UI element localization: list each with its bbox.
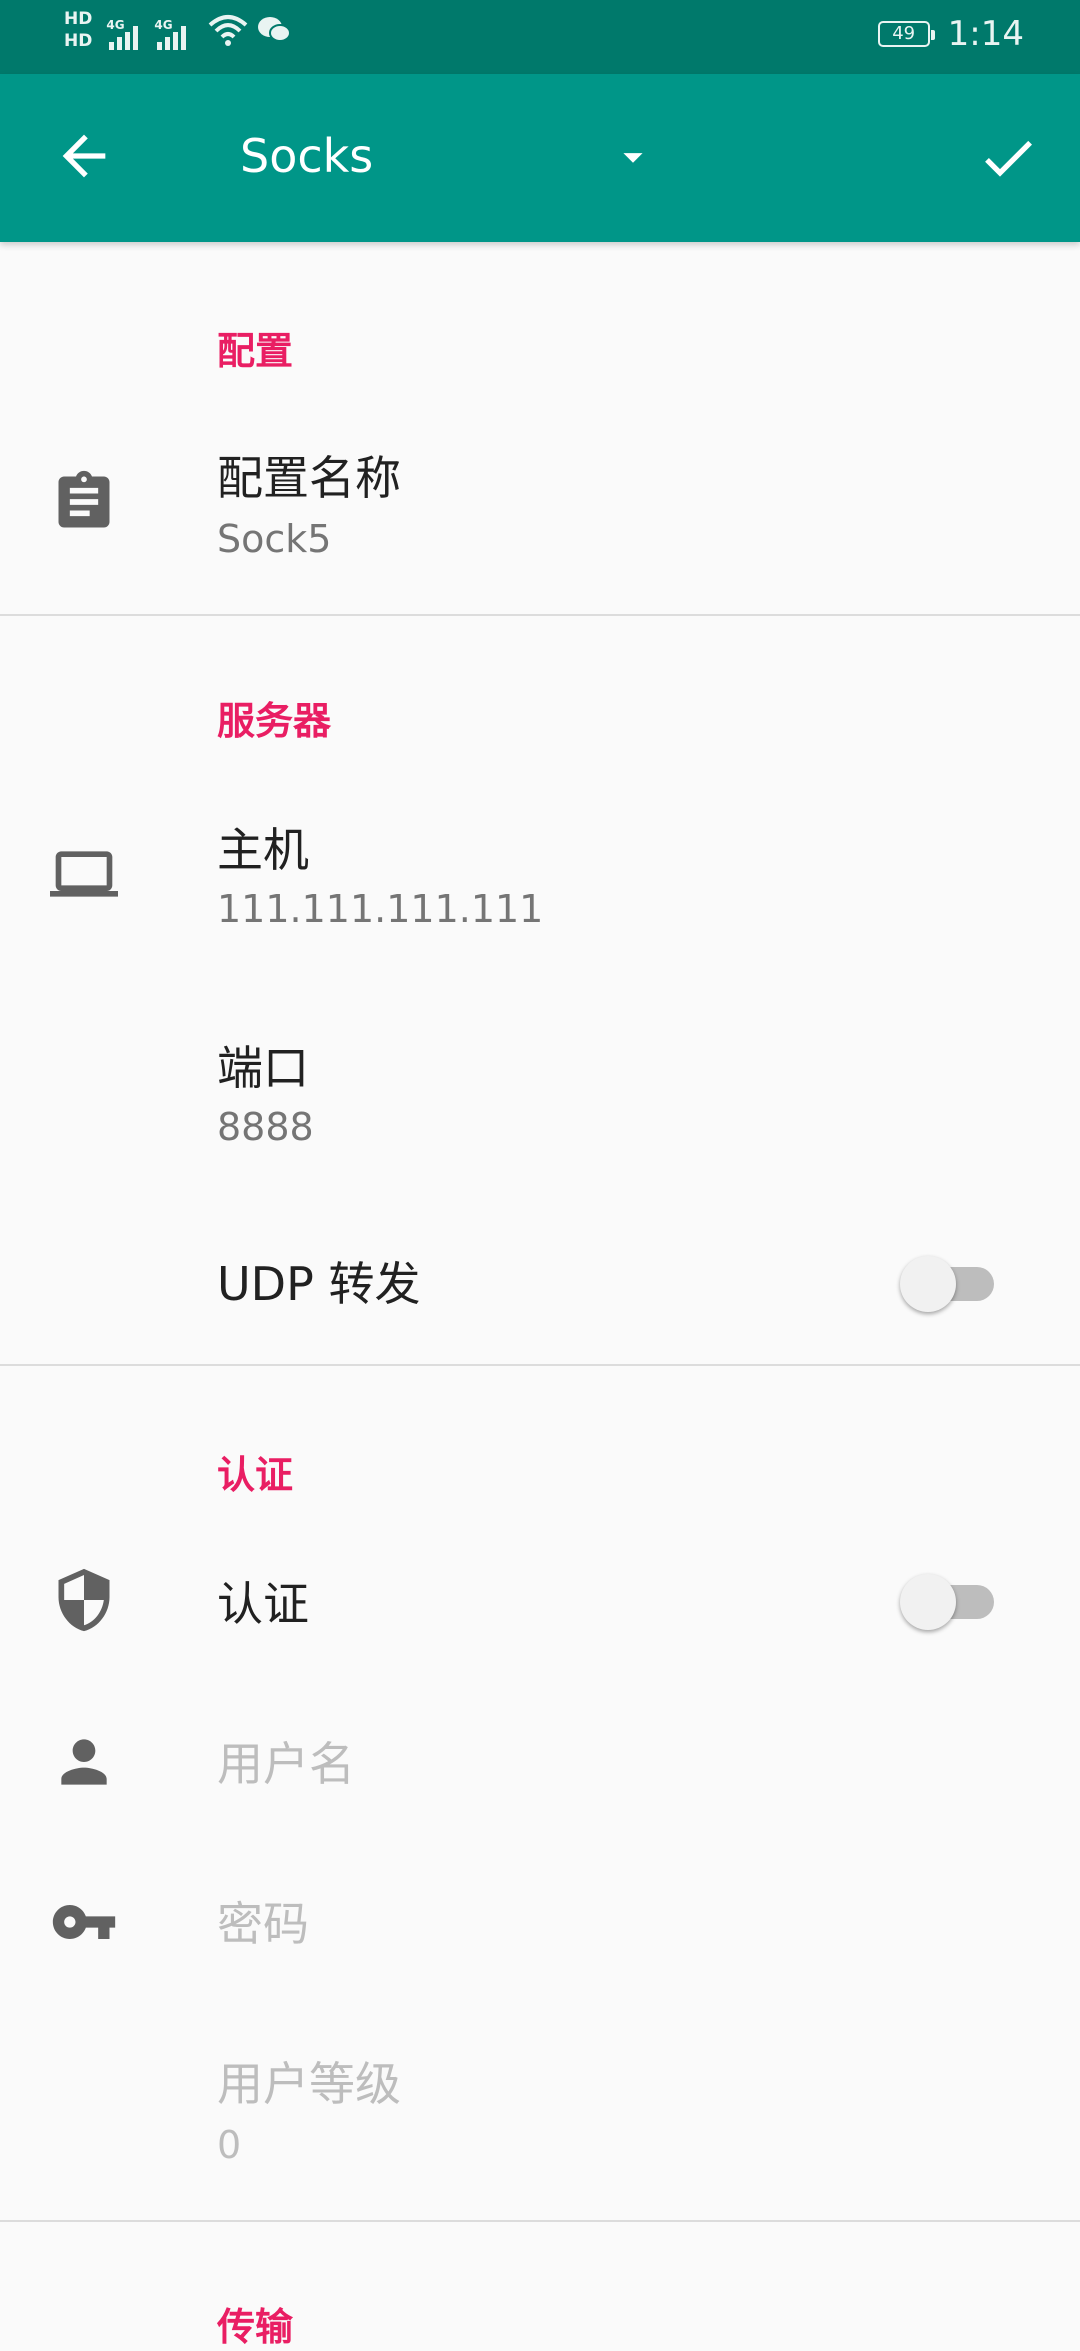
person-icon <box>61 1739 107 1785</box>
user-level-value: 0 <box>217 2123 242 2167</box>
clipboard-icon <box>58 470 110 528</box>
divider <box>0 2220 1080 2222</box>
password-field[interactable]: 密码 <box>217 1894 309 1954</box>
port-label: 端口 <box>217 1041 309 1095</box>
udp-forward-label: UDP 转发 <box>217 1257 421 1311</box>
switch-thumb <box>900 1574 956 1630</box>
shield-icon <box>58 1568 110 1632</box>
wifi-icon <box>209 15 248 46</box>
auth-switch[interactable] <box>900 1570 1000 1630</box>
divider <box>0 1364 1080 1366</box>
section-header-transport: 传输 <box>217 2305 294 2349</box>
wechat-icon <box>258 17 292 42</box>
laptop-icon <box>50 851 118 897</box>
auth-label: 认证 <box>217 1577 309 1631</box>
signal-icon: 4G <box>106 10 146 50</box>
section-header-server: 服务器 <box>217 699 332 743</box>
profile-name-value: Sock5 <box>217 517 332 561</box>
network-type-label: 4G <box>106 18 125 32</box>
battery-level: 49 <box>892 23 916 44</box>
status-bar: HD HD 4G 4G 49 1:14 <box>0 0 1080 74</box>
network-type-label: 4G <box>154 18 173 32</box>
battery-icon: 49 <box>877 21 935 47</box>
divider <box>0 614 1080 616</box>
port-value: 8888 <box>217 1105 314 1149</box>
section-header-auth: 认证 <box>217 1453 294 1497</box>
back-arrow-icon[interactable] <box>52 124 116 188</box>
clock: 1:14 <box>947 14 1024 54</box>
host-value: 111.111.111.111 <box>217 887 544 931</box>
hd-label-1: HD <box>64 9 93 29</box>
status-icons-left: HD HD 4G 4G <box>64 8 292 52</box>
udp-forward-switch[interactable] <box>900 1252 1000 1312</box>
hd-label-2: HD <box>64 31 93 51</box>
signal-icon: 4G <box>154 10 194 50</box>
switch-thumb <box>900 1256 956 1312</box>
hd-icon: HD HD <box>64 8 92 52</box>
profile-name-label: 配置名称 <box>217 451 401 505</box>
user-level-label: 用户等级 <box>217 2057 401 2111</box>
username-field[interactable]: 用户名 <box>217 1734 355 1794</box>
host-label: 主机 <box>217 823 309 877</box>
check-icon[interactable] <box>976 126 1040 190</box>
key-icon <box>52 1905 116 1939</box>
dropdown-caret-icon[interactable] <box>610 134 656 180</box>
section-header-profile: 配置 <box>217 329 294 373</box>
status-icons-right: 49 1:14 <box>877 14 1024 54</box>
app-toolbar: Socks <box>0 74 1080 242</box>
protocol-title[interactable]: Socks <box>240 126 373 186</box>
